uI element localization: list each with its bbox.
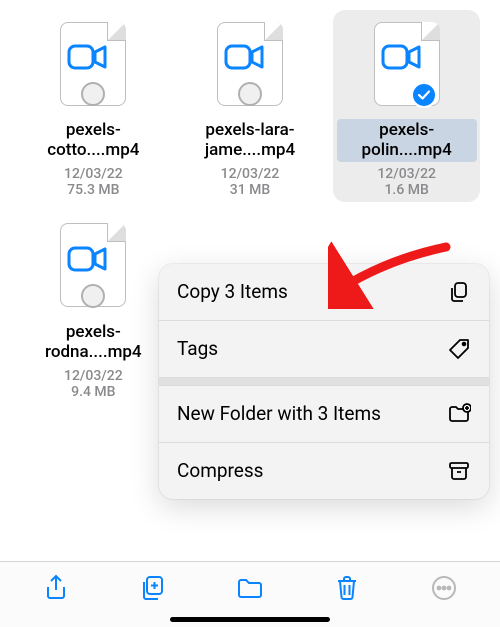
menu-copy[interactable]: Copy 3 Items — [159, 264, 489, 321]
file-date-label: 12/03/22 — [221, 166, 280, 182]
share-icon — [41, 573, 71, 603]
file-item[interactable]: pexels-rodna....mp4 12/03/22 9.4 MB — [20, 212, 167, 404]
video-icon — [67, 244, 107, 274]
home-indicator — [170, 617, 330, 622]
file-name-label: pexels-rodna....mp4 — [23, 321, 163, 364]
menu-label: Compress — [177, 459, 433, 483]
share-button[interactable] — [36, 568, 76, 608]
file-size-label: 31 MB — [230, 182, 270, 198]
more-button[interactable] — [424, 568, 464, 608]
archive-icon — [447, 459, 471, 483]
video-file-icon — [210, 16, 290, 111]
duplicate-button[interactable] — [133, 568, 173, 608]
file-name-label: pexels-lara-jame....mp4 — [180, 119, 320, 162]
file-name-label: pexels-polin....mp4 — [337, 119, 477, 162]
file-date-label: 12/03/22 — [377, 166, 436, 182]
context-menu: Copy 3 Items Tags New Folder with 3 Item… — [159, 264, 489, 499]
menu-new-folder[interactable]: New Folder with 3 Items — [159, 386, 489, 443]
file-item[interactable]: pexels-cotto....mp4 12/03/22 75.3 MB — [20, 10, 167, 202]
menu-tags[interactable]: Tags — [159, 321, 489, 378]
folder-plus-icon — [447, 402, 471, 426]
video-file-icon — [53, 16, 133, 111]
more-icon — [429, 573, 459, 603]
checkmark-icon[interactable] — [411, 82, 437, 108]
menu-separator — [159, 378, 489, 386]
file-item[interactable]: pexels-lara-jame....mp4 12/03/22 31 MB — [177, 10, 324, 202]
trash-icon — [332, 573, 362, 603]
delete-button[interactable] — [327, 568, 367, 608]
selection-circle-icon[interactable] — [81, 284, 105, 308]
file-item-selected[interactable]: pexels-polin....mp4 12/03/22 1.6 MB — [333, 10, 480, 202]
video-icon — [381, 42, 421, 72]
tag-icon — [447, 337, 471, 361]
menu-label: Tags — [177, 337, 433, 361]
file-name-label: pexels-cotto....mp4 — [23, 119, 163, 162]
move-button[interactable] — [230, 568, 270, 608]
file-size-label: 75.3 MB — [67, 182, 119, 198]
file-date-label: 12/03/22 — [64, 368, 123, 384]
menu-label: Copy 3 Items — [177, 280, 433, 304]
copy-icon — [447, 280, 471, 304]
menu-label: New Folder with 3 Items — [177, 402, 433, 426]
video-file-icon — [367, 16, 447, 111]
video-icon — [224, 42, 264, 72]
file-size-label: 1.6 MB — [384, 182, 428, 198]
duplicate-icon — [138, 573, 168, 603]
file-date-label: 12/03/22 — [64, 166, 123, 182]
video-icon — [67, 42, 107, 72]
file-size-label: 9.4 MB — [71, 384, 115, 400]
selection-circle-icon[interactable] — [238, 82, 262, 106]
selection-circle-icon[interactable] — [81, 82, 105, 106]
video-file-icon — [53, 218, 133, 313]
menu-compress[interactable]: Compress — [159, 443, 489, 499]
folder-icon — [235, 573, 265, 603]
